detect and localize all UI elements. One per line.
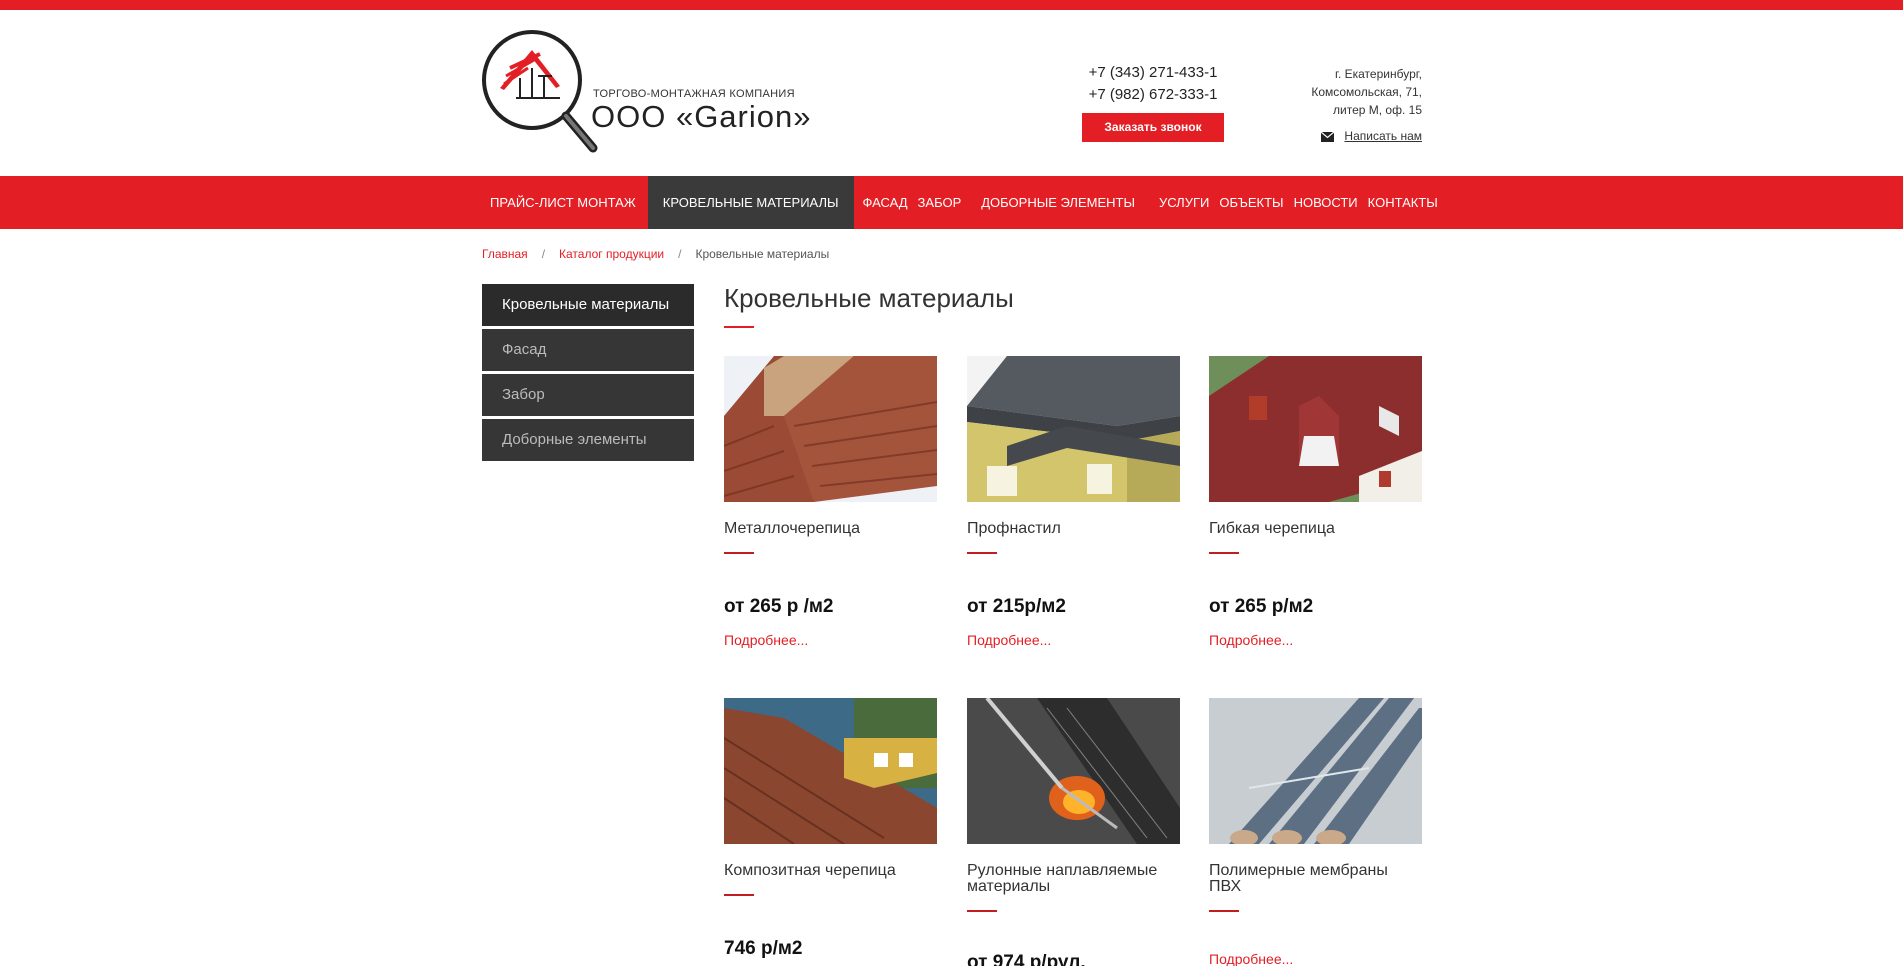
product-name[interactable]: Металлочерепица [724, 521, 937, 537]
address-block: г. Екатеринбург, Комсомольская, 71, лите… [1270, 65, 1422, 119]
product-name[interactable]: Гибкая черепица [1209, 521, 1422, 537]
phone-1[interactable]: +7 (343) 271-433-1 [1082, 62, 1224, 84]
nav-price-list[interactable]: ПРАЙС-ЛИСТ МОНТАЖ [482, 176, 644, 229]
breadcrumb-separator: / [678, 247, 682, 261]
sidebar-item-facade[interactable]: Фасад [482, 329, 694, 371]
write-us-link[interactable]: Написать нам [1344, 129, 1422, 143]
metal-tile-image[interactable] [724, 356, 937, 502]
breadcrumb: Главная / Каталог продукции / Кровельные мат… [482, 247, 829, 261]
title-underline [724, 326, 754, 328]
breadcrumb-separator: / [541, 247, 546, 261]
product-name-underline [724, 894, 754, 896]
address-line-1: г. Екатеринбург, [1335, 67, 1422, 81]
order-call-button[interactable]: Заказать звонок [1082, 113, 1224, 142]
product-name[interactable]: Рулонные наплавляемые материалы [967, 863, 1180, 895]
sidebar-item-roofing[interactable]: Кровельные материалы [482, 284, 694, 326]
nav-objects[interactable]: ОБЪЕКТЫ [1211, 176, 1285, 229]
phone-2[interactable]: +7 (982) 672-333-1 [1082, 84, 1224, 106]
company-logo[interactable]: ТОРГОВО-МОНТАЖНАЯ КОМПАНИЯ ООО «Garion» [480, 28, 810, 168]
product-card: Композитная черепица 746 р/м2 [724, 698, 937, 959]
product-price: от 265 р/м2 [1209, 596, 1314, 617]
rolled-material-image[interactable] [967, 698, 1180, 844]
product-name-underline [1209, 552, 1239, 554]
profiled-sheet-image[interactable] [967, 356, 1180, 502]
product-price: от 265 р /м2 [724, 596, 834, 617]
address-line-2: Комсомольская, 71, [1311, 85, 1422, 99]
product-price: 746 р/м2 [724, 938, 803, 959]
product-card: Металлочерепица от 265 р /м2 Подробнее..… [724, 356, 937, 648]
product-card: Рулонные наплавляемые материалы от 974 р… [967, 698, 1180, 966]
breadcrumb-catalog[interactable]: Каталог продукции [559, 247, 664, 261]
nav-news[interactable]: НОВОСТИ [1286, 176, 1360, 229]
product-card: Полимерные мембраны ПВХ Подробнее... [1209, 698, 1422, 966]
product-card: Гибкая черепица от 265 р/м2 Подробнее... [1209, 356, 1422, 648]
product-name-underline [967, 910, 997, 912]
nav-fence[interactable]: ЗАБОР [910, 176, 974, 229]
address-line-3: литер М, оф. 15 [1333, 103, 1422, 117]
more-link[interactable]: Подробнее... [1209, 632, 1293, 648]
product-name[interactable]: Полимерные мембраны ПВХ [1209, 863, 1422, 895]
company-name: ООО «Garion» [591, 99, 812, 134]
breadcrumb-current: Кровельные материалы [695, 247, 830, 261]
product-name-underline [724, 552, 754, 554]
write-us-block: Написать нам [1312, 129, 1422, 143]
magnifier-house-logo-icon [482, 30, 598, 153]
product-card: Профнастил от 215р/м2 Подробнее... [967, 356, 1180, 648]
product-price: от 974 р/рул. [967, 952, 1086, 966]
envelope-icon [1321, 131, 1335, 142]
nav-services[interactable]: УСЛУГИ [1151, 176, 1211, 229]
more-link[interactable]: Подробнее... [724, 632, 808, 648]
nav-roofing-materials[interactable]: КРОВЕЛЬНЫЕ МАТЕРИАЛЫ [647, 176, 854, 229]
pvc-membrane-image[interactable] [1209, 698, 1422, 844]
product-name[interactable]: Композитная черепица [724, 863, 937, 879]
product-name[interactable]: Профнастил [967, 521, 1180, 537]
flexible-tile-image[interactable] [1209, 356, 1422, 502]
nav-additional-elements[interactable]: ДОБОРНЫЕ ЭЛЕМЕНТЫ [973, 176, 1151, 229]
sidebar-item-fence[interactable]: Забор [482, 374, 694, 416]
category-sidebar: Кровельные материалы Фасад Забор Доборны… [482, 284, 694, 464]
more-link[interactable]: Подробнее... [967, 632, 1051, 648]
phones-block: +7 (343) 271-433-1 +7 (982) 672-333-1 За… [1082, 62, 1224, 142]
page-title: Кровельные материалы [724, 283, 1014, 313]
product-name-underline [967, 552, 997, 554]
site-header: ТОРГОВО-МОНТАЖНАЯ КОМПАНИЯ ООО «Garion» … [0, 10, 1903, 176]
main-navigation: ПРАЙС-ЛИСТ МОНТАЖ КРОВЕЛЬНЫЕ МАТЕРИАЛЫ Ф… [0, 176, 1903, 229]
breadcrumb-home[interactable]: Главная [482, 247, 528, 261]
composite-tile-image[interactable] [724, 698, 937, 844]
top-red-bar [0, 0, 1903, 10]
nav-facade[interactable]: ФАСАД [855, 176, 910, 229]
product-price: от 215р/м2 [967, 596, 1066, 617]
nav-contacts[interactable]: КОНТАКТЫ [1360, 176, 1446, 229]
more-link[interactable]: Подробнее... [1209, 951, 1293, 966]
sidebar-item-additional[interactable]: Доборные элементы [482, 419, 694, 461]
product-name-underline [1209, 910, 1239, 912]
